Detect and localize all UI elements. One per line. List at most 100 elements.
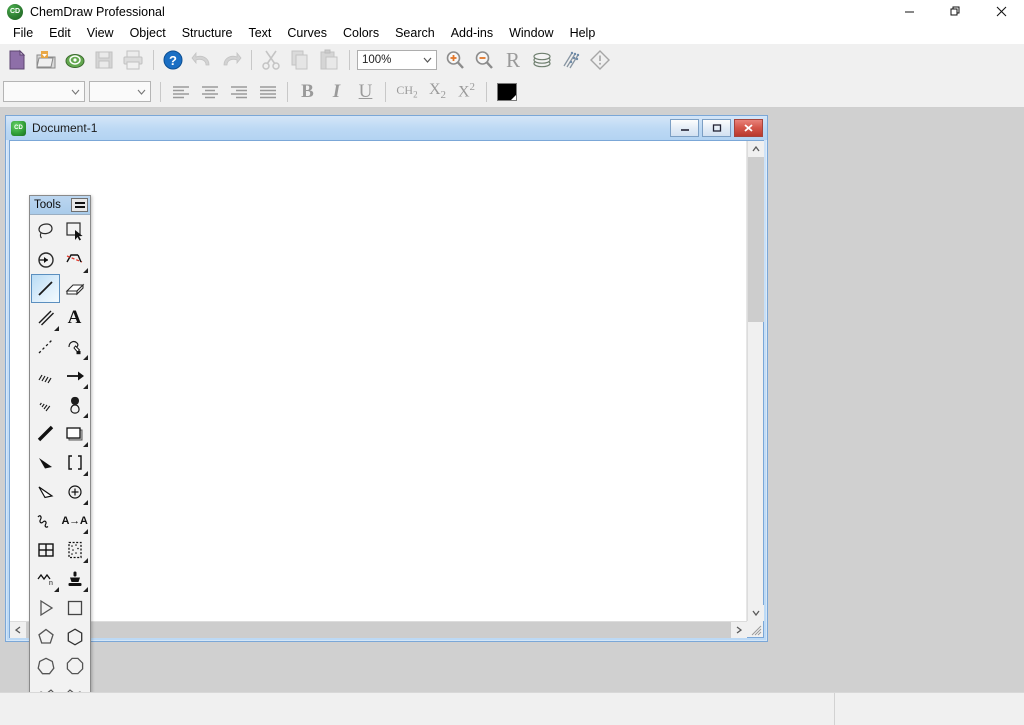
menu-edit[interactable]: Edit [41,24,79,43]
bold-button[interactable]: B [293,78,322,106]
table-tool[interactable] [31,535,60,564]
print-button[interactable] [119,46,147,74]
eraser-block-tool[interactable] [60,274,89,303]
drawing-canvas[interactable] [10,141,747,621]
vertical-scroll-thumb[interactable] [748,157,764,322]
format-toolbar: B I U CH2 X2 X2 [0,76,1024,108]
cyclobutane-tool[interactable] [60,593,89,622]
chemdraw-cloud-button[interactable] [61,46,89,74]
cyclooctane-tool[interactable] [60,651,89,680]
arrow-tool[interactable] [60,361,89,390]
submenu-indicator [83,558,88,563]
menu-help[interactable]: Help [562,24,604,43]
superscript-button[interactable]: X2 [452,78,481,106]
save-button[interactable] [90,46,118,74]
cyclopropane-tool[interactable] [31,593,60,622]
new-document-button[interactable] [3,46,31,74]
hashed-bond-tool[interactable] [31,361,60,390]
document-minimize-button[interactable] [670,119,699,137]
scroll-left-button[interactable] [10,622,26,638]
menu-object[interactable]: Object [122,24,174,43]
formula-button[interactable]: CH2 [391,78,423,106]
zoom-out-button[interactable] [470,46,498,74]
solid-bond-tool[interactable] [31,274,60,303]
menu-text[interactable]: Text [240,24,279,43]
status-bar [0,692,1024,725]
squiggle-bond-tool[interactable] [31,506,60,535]
scroll-up-button[interactable] [748,141,764,157]
menu-addins[interactable]: Add-ins [443,24,501,43]
resize-grip[interactable] [747,621,763,637]
menubar: File Edit View Object Structure Text Cur… [0,23,1024,44]
name-to-structure-tool[interactable]: A→A [60,506,89,535]
align-left-button[interactable] [166,78,195,106]
menu-search[interactable]: Search [387,24,443,43]
horizontal-scrollbar[interactable] [10,621,747,637]
frame-tool[interactable] [60,419,89,448]
submenu-indicator [83,268,88,273]
multiple-bond-tool[interactable] [31,303,60,332]
submenu-indicator [83,413,88,418]
scroll-right-button[interactable] [731,622,747,638]
marquee-select-tool[interactable] [60,216,89,245]
chemdraw-application-window: CD ChemDraw Professional File Edit [0,0,1024,725]
font-size-combobox[interactable] [89,81,151,102]
menu-file[interactable]: File [5,24,41,43]
wedged-bond-tool[interactable] [31,448,60,477]
chain-tool[interactable]: n [31,564,60,593]
paste-button[interactable] [315,46,343,74]
underline-button[interactable]: U [351,78,380,106]
align-center-button[interactable] [195,78,224,106]
toolbar-separator [486,82,487,102]
hollow-wedge-tool[interactable] [31,477,60,506]
tools-palette-collapse-button[interactable] [71,198,88,212]
font-family-combobox[interactable] [3,81,85,102]
structure-cleanup-button[interactable] [557,46,585,74]
italic-button[interactable]: I [322,78,351,106]
cut-button[interactable] [257,46,285,74]
scroll-down-button[interactable] [748,605,764,621]
eraser-tool[interactable] [31,245,60,274]
menu-structure[interactable]: Structure [174,24,241,43]
zoom-in-button[interactable] [441,46,469,74]
cyclohexane-tool[interactable] [60,622,89,651]
document-close-button[interactable] [734,119,763,137]
bracket-tool[interactable] [60,448,89,477]
dashed-line-tool[interactable] [31,332,60,361]
zoom-level-combobox[interactable]: 100% [357,50,437,70]
undo-button[interactable] [188,46,216,74]
menu-window[interactable]: Window [501,24,561,43]
charge-tool[interactable] [60,477,89,506]
menu-curves[interactable]: Curves [279,24,335,43]
align-justify-button[interactable] [253,78,282,106]
pen-tool[interactable] [60,332,89,361]
open-document-button[interactable] [32,46,60,74]
templates-tool[interactable] [60,535,89,564]
warning-button[interactable] [586,46,614,74]
minimize-button[interactable] [886,0,932,23]
text-color-button[interactable] [492,78,521,106]
dashed-bond-tool[interactable] [60,245,89,274]
restore-button[interactable] [932,0,978,23]
menu-view[interactable]: View [79,24,122,43]
copy-button[interactable] [286,46,314,74]
cyclopentane-tool[interactable] [31,622,60,651]
hashed-wedge-tool[interactable] [31,390,60,419]
bold-bond-tool[interactable] [31,419,60,448]
subscript-button[interactable]: X2 [423,78,452,106]
orbital-tool[interactable] [60,390,89,419]
stereochemistry-button[interactable]: R [499,46,527,74]
menu-colors[interactable]: Colors [335,24,387,43]
cycloheptane-tool[interactable] [31,651,60,680]
help-button[interactable]: ? [159,46,187,74]
stamp-tool[interactable] [60,564,89,593]
horizontal-scroll-thumb[interactable] [26,622,731,638]
close-button[interactable] [978,0,1024,23]
layers-button[interactable] [528,46,556,74]
redo-button[interactable] [217,46,245,74]
lasso-select-tool[interactable] [31,216,60,245]
vertical-scrollbar[interactable] [747,141,763,621]
document-maximize-button[interactable] [702,119,731,137]
text-tool[interactable]: A [60,303,89,332]
align-right-button[interactable] [224,78,253,106]
